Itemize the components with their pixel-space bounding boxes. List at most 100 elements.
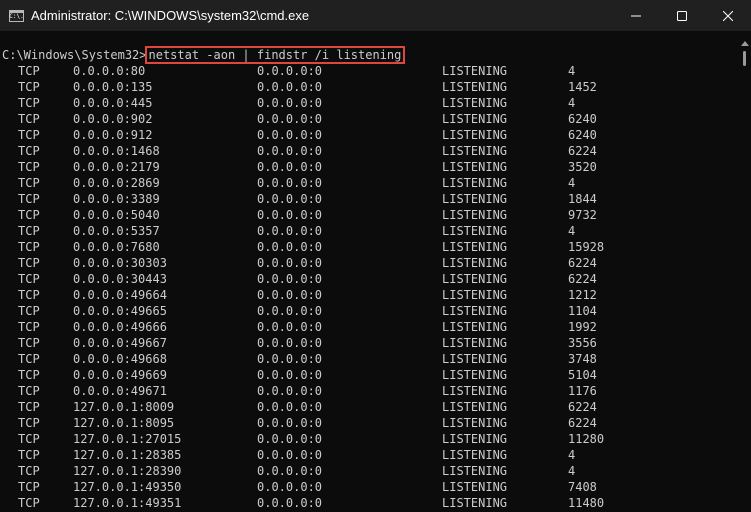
- protocol-cell: TCP: [18, 112, 40, 126]
- protocol-cell: TCP: [18, 192, 40, 206]
- protocol-cell: TCP: [18, 496, 40, 510]
- state-cell: LISTENING: [442, 144, 508, 158]
- console-output[interactable]: C:\Windows\System32> netstat -aon | finds…: [0, 31, 738, 512]
- foreign-address-cell: 0.0.0.0:0: [257, 96, 323, 110]
- table-row: TCP 0.0.0.0:30303 0.0.0.0:0 LISTENING 6224: [0, 255, 738, 271]
- local-address-cell: 0.0.0.0:2869: [73, 176, 160, 190]
- state-cell: LISTENING: [442, 208, 508, 222]
- foreign-address-cell: 0.0.0.0:0: [257, 352, 323, 366]
- minimize-button[interactable]: [613, 0, 659, 31]
- pid-cell: 11480: [568, 496, 605, 510]
- pid-cell: 4: [568, 464, 576, 478]
- scroll-up-arrow-icon[interactable]: [741, 41, 749, 46]
- foreign-address-cell: 0.0.0.0:0: [257, 368, 323, 382]
- local-address-cell: 0.0.0.0:3389: [73, 192, 160, 206]
- local-address-cell: 0.0.0.0:902: [73, 112, 153, 126]
- state-cell: LISTENING: [442, 128, 508, 142]
- table-row: TCP 0.0.0.0:2179 0.0.0.0:0 LISTENING 3520: [0, 159, 738, 175]
- scroll-thumb[interactable]: [743, 51, 746, 66]
- state-cell: LISTENING: [442, 320, 508, 334]
- local-address-cell: 127.0.0.1:49350: [73, 480, 182, 494]
- table-row: TCP 127.0.0.1:8009 0.0.0.0:0 LISTENING 6224: [0, 399, 738, 415]
- local-address-cell: 0.0.0.0:49667: [73, 336, 167, 350]
- cmd-window: C:\. Administrator: C:\WINDOWS\system32\…: [0, 0, 751, 512]
- table-row: TCP 0.0.0.0:445 0.0.0.0:0 LISTENING 4: [0, 95, 738, 111]
- state-cell: LISTENING: [442, 64, 508, 78]
- state-cell: LISTENING: [442, 400, 508, 414]
- pid-cell: 4: [568, 176, 576, 190]
- pid-cell: 3520: [568, 160, 597, 174]
- foreign-address-cell: 0.0.0.0:0: [257, 288, 323, 302]
- table-row: TCP 0.0.0.0:5040 0.0.0.0:0 LISTENING 9732: [0, 207, 738, 223]
- local-address-cell: 127.0.0.1:8009: [73, 400, 175, 414]
- pid-cell: 1992: [568, 320, 597, 334]
- local-address-cell: 0.0.0.0:912: [73, 128, 153, 142]
- pid-cell: 6224: [568, 256, 597, 270]
- maximize-icon: [677, 10, 687, 21]
- pid-cell: 7408: [568, 480, 597, 494]
- close-icon: [723, 10, 733, 21]
- foreign-address-cell: 0.0.0.0:0: [257, 320, 323, 334]
- pid-cell: 1212: [568, 288, 597, 302]
- local-address-cell: 0.0.0.0:49671: [73, 384, 167, 398]
- protocol-cell: TCP: [18, 96, 40, 110]
- title-bar[interactable]: C:\. Administrator: C:\WINDOWS\system32\…: [0, 0, 751, 31]
- state-cell: LISTENING: [442, 112, 508, 126]
- table-row: TCP 0.0.0.0:135 0.0.0.0:0 LISTENING 1452: [0, 79, 738, 95]
- pid-cell: 4: [568, 224, 576, 238]
- table-row: TCP 127.0.0.1:49351 0.0.0.0:0 LISTENING 1148…: [0, 495, 738, 511]
- table-row: TCP 0.0.0.0:80 0.0.0.0:0 LISTENING 4: [0, 63, 738, 79]
- protocol-cell: TCP: [18, 272, 40, 286]
- command-text: netstat -aon | findstr /i listening: [144, 46, 406, 64]
- local-address-cell: 0.0.0.0:30303: [73, 256, 167, 270]
- state-cell: LISTENING: [442, 480, 508, 494]
- state-cell: LISTENING: [442, 416, 508, 430]
- foreign-address-cell: 0.0.0.0:0: [257, 336, 323, 350]
- pid-cell: 3556: [568, 336, 597, 350]
- protocol-cell: TCP: [18, 128, 40, 142]
- foreign-address-cell: 0.0.0.0:0: [257, 464, 323, 478]
- pid-cell: 1844: [568, 192, 597, 206]
- local-address-cell: 0.0.0.0:49669: [73, 368, 167, 382]
- table-row: TCP 0.0.0.0:49666 0.0.0.0:0 LISTENING 1992: [0, 319, 738, 335]
- protocol-cell: TCP: [18, 384, 40, 398]
- foreign-address-cell: 0.0.0.0:0: [257, 448, 323, 462]
- local-address-cell: 127.0.0.1:49351: [73, 496, 182, 510]
- table-row: TCP 127.0.0.1:27015 0.0.0.0:0 LISTENING 1128…: [0, 431, 738, 447]
- state-cell: LISTENING: [442, 224, 508, 238]
- state-cell: LISTENING: [442, 96, 508, 110]
- state-cell: LISTENING: [442, 288, 508, 302]
- foreign-address-cell: 0.0.0.0:0: [257, 192, 323, 206]
- close-button[interactable]: [705, 0, 751, 31]
- table-row: TCP 0.0.0.0:49665 0.0.0.0:0 LISTENING 1104: [0, 303, 738, 319]
- maximize-button[interactable]: [659, 0, 705, 31]
- pid-cell: 6224: [568, 144, 597, 158]
- table-row: TCP 0.0.0.0:3389 0.0.0.0:0 LISTENING 1844: [0, 191, 738, 207]
- local-address-cell: 0.0.0.0:5357: [73, 224, 160, 238]
- protocol-cell: TCP: [18, 208, 40, 222]
- prompt-line: C:\Windows\System32> netstat -aon | finds…: [0, 46, 738, 64]
- pid-cell: 1176: [568, 384, 597, 398]
- table-row: TCP 0.0.0.0:1468 0.0.0.0:0 LISTENING 6224: [0, 143, 738, 159]
- pid-cell: 6240: [568, 112, 597, 126]
- foreign-address-cell: 0.0.0.0:0: [257, 432, 323, 446]
- table-row: TCP 0.0.0.0:5357 0.0.0.0:0 LISTENING 4: [0, 223, 738, 239]
- foreign-address-cell: 0.0.0.0:0: [257, 384, 323, 398]
- protocol-cell: TCP: [18, 464, 40, 478]
- local-address-cell: 0.0.0.0:49666: [73, 320, 167, 334]
- foreign-address-cell: 0.0.0.0:0: [257, 112, 323, 126]
- table-row: TCP 0.0.0.0:49669 0.0.0.0:0 LISTENING 5104: [0, 367, 738, 383]
- state-cell: LISTENING: [442, 160, 508, 174]
- protocol-cell: TCP: [18, 64, 40, 78]
- foreign-address-cell: 0.0.0.0:0: [257, 496, 323, 510]
- table-row: TCP 0.0.0.0:30443 0.0.0.0:0 LISTENING 6224: [0, 271, 738, 287]
- foreign-address-cell: 0.0.0.0:0: [257, 272, 323, 286]
- local-address-cell: 0.0.0.0:7680: [73, 240, 160, 254]
- protocol-cell: TCP: [18, 352, 40, 366]
- scrollbar[interactable]: [738, 31, 751, 512]
- state-cell: LISTENING: [442, 240, 508, 254]
- foreign-address-cell: 0.0.0.0:0: [257, 208, 323, 222]
- foreign-address-cell: 0.0.0.0:0: [257, 144, 323, 158]
- protocol-cell: TCP: [18, 256, 40, 270]
- foreign-address-cell: 0.0.0.0:0: [257, 304, 323, 318]
